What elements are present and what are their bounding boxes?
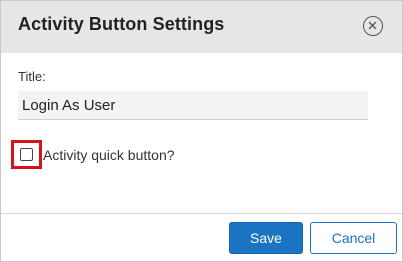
footer-divider	[1, 213, 402, 214]
dialog-title: Activity Button Settings	[18, 14, 225, 34]
cancel-button[interactable]: Cancel	[310, 222, 397, 254]
close-icon	[368, 21, 377, 30]
title-input[interactable]	[18, 91, 368, 120]
close-button[interactable]	[363, 16, 383, 36]
activity-button-settings-dialog: Activity Button Settings Title: Activity…	[0, 0, 403, 262]
save-button[interactable]: Save	[229, 222, 303, 254]
activity-quick-button-label[interactable]: Activity quick button?	[43, 147, 175, 163]
dialog-header: Activity Button Settings	[1, 1, 402, 53]
title-field-label: Title:	[18, 69, 46, 84]
activity-quick-button-checkbox[interactable]	[20, 148, 33, 161]
